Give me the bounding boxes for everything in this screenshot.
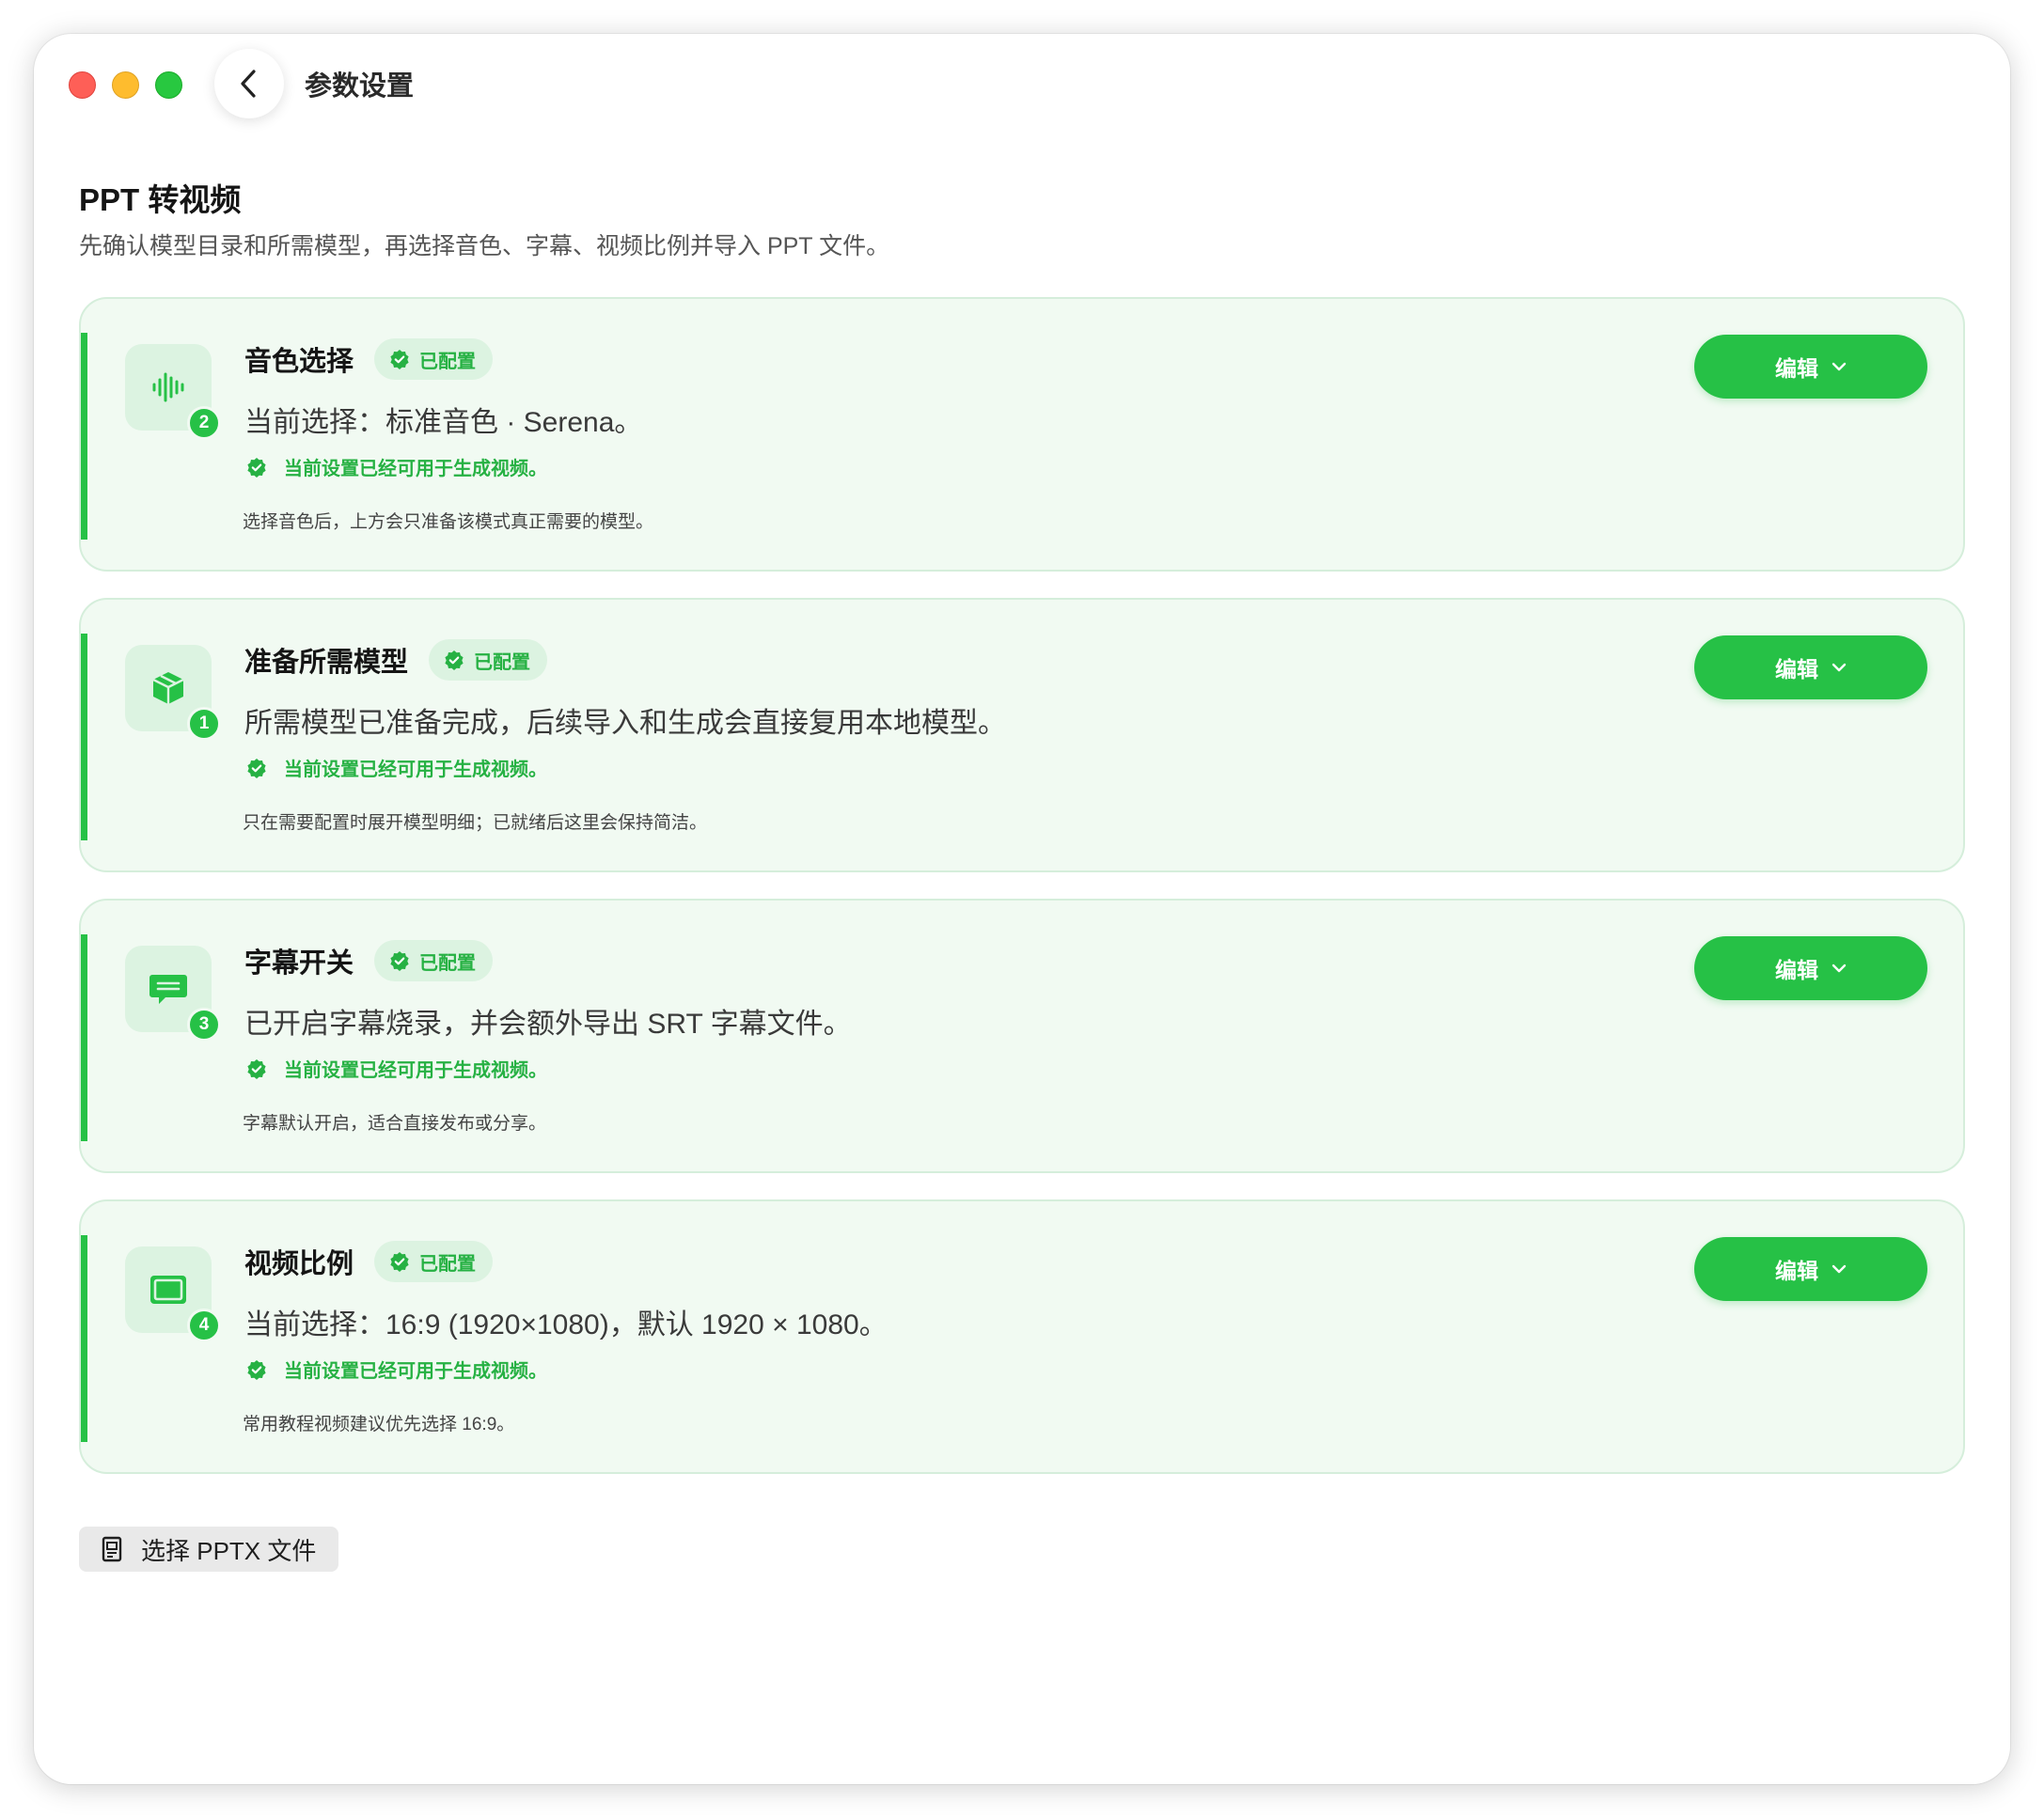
verified-check-icon: [247, 1058, 266, 1079]
card-title: 字幕开关: [244, 948, 354, 979]
app-window: 参数设置 PPT 转视频 先确认模型目录和所需模型，再选择音色、字幕、视频比例并…: [34, 34, 2010, 1784]
edit-button[interactable]: 编辑: [1694, 936, 1927, 1000]
card-title: 视频比例: [244, 1249, 354, 1279]
card-voice-selection: 2 音色选择 已配置 当前选择：标准音色 · Serena。 当前设置已经可用于…: [79, 297, 1965, 572]
card-title: 准备所需模型: [244, 648, 409, 678]
card-note: 字幕默认开启，适合直接发布或分享。: [243, 1114, 547, 1134]
status-badge: 已配置: [374, 940, 494, 981]
edit-button-label: 编辑: [1775, 958, 1818, 982]
edit-button-label: 编辑: [1775, 1259, 1818, 1283]
chevron-down-icon: [1832, 964, 1847, 973]
subtitle-bubble-icon: [149, 975, 187, 1004]
zoom-window-button[interactable]: [155, 71, 182, 99]
window-title: 参数设置: [305, 71, 415, 102]
back-button[interactable]: [214, 49, 284, 118]
chevron-left-icon: [241, 70, 256, 98]
step-badge: 4: [187, 1309, 221, 1342]
verified-check-icon: [247, 758, 266, 778]
ready-status-line: 当前设置已经可用于生成视频。: [246, 754, 547, 781]
edit-button-label: 编辑: [1775, 657, 1818, 682]
card-accent-bar: [81, 1235, 87, 1442]
card-title-row: 音色选择 已配置: [244, 338, 494, 380]
card-subtitle-toggle: 3 字幕开关 已配置 已开启字幕烧录，并会额外导出 SRT 字幕文件。 当前设置…: [79, 899, 1965, 1173]
card-accent-bar: [81, 934, 87, 1141]
card-note: 只在需要配置时展开模型明细；已就绪后这里会保持简洁。: [243, 813, 708, 833]
card-note: 选择音色后，上方会只准备该模式真正需要的模型。: [243, 512, 654, 532]
ready-status-text: 当前设置已经可用于生成视频。: [284, 1361, 547, 1382]
title-bar: 参数设置: [34, 34, 2010, 147]
status-badge: 已配置: [374, 1241, 494, 1282]
step-badge: 2: [187, 406, 221, 440]
close-window-button[interactable]: [69, 71, 96, 99]
step-badge: 3: [187, 1008, 221, 1042]
minimize-window-button[interactable]: [112, 71, 139, 99]
select-pptx-button[interactable]: 选择 PPTX 文件: [79, 1527, 338, 1572]
status-label: 已配置: [419, 1253, 477, 1275]
ready-status-line: 当前设置已经可用于生成视频。: [246, 1055, 547, 1082]
page-subtitle: 先确认模型目录和所需模型，再选择音色、字幕、视频比例并导入 PPT 文件。: [79, 233, 890, 259]
card-description: 已开启字幕烧录，并会额外导出 SRT 字幕文件。: [244, 1009, 852, 1040]
status-label: 已配置: [419, 351, 477, 372]
card-description: 当前选择：16:9 (1920×1080)，默认 1920 × 1080。: [244, 1309, 888, 1340]
card-note: 常用教程视频建议优先选择 16:9。: [243, 1415, 515, 1434]
waveform-icon: [152, 372, 184, 402]
verified-check-icon: [247, 1359, 266, 1380]
chevron-down-icon: [1832, 663, 1847, 672]
step-badge: 1: [187, 707, 221, 741]
card-required-models: 1 准备所需模型 已配置 所需模型已准备完成，后续导入和生成会直接复用本地模型。…: [79, 598, 1965, 872]
card-description: 所需模型已准备完成，后续导入和生成会直接复用本地模型。: [244, 708, 1006, 739]
card-title-row: 视频比例 已配置: [244, 1241, 494, 1282]
edit-button-label: 编辑: [1775, 356, 1818, 381]
verified-check-icon: [390, 350, 409, 369]
edit-button[interactable]: 编辑: [1694, 335, 1927, 399]
card-title: 音色选择: [244, 347, 354, 377]
ready-status-text: 当前设置已经可用于生成视频。: [284, 760, 547, 780]
card-title-row: 准备所需模型 已配置: [244, 639, 548, 681]
card-accent-bar: [81, 634, 87, 840]
chevron-down-icon: [1832, 1264, 1847, 1274]
status-badge: 已配置: [429, 639, 548, 681]
screen-ratio-icon: [150, 1276, 186, 1304]
ready-status-text: 当前设置已经可用于生成视频。: [284, 1060, 547, 1081]
verified-check-icon: [390, 1252, 409, 1272]
verified-check-icon: [247, 457, 266, 478]
ready-status-line: 当前设置已经可用于生成视频。: [246, 1356, 547, 1383]
select-pptx-label: 选择 PPTX 文件: [141, 1536, 317, 1565]
edit-button[interactable]: 编辑: [1694, 635, 1927, 699]
chevron-down-icon: [1832, 362, 1847, 371]
verified-check-icon: [445, 650, 464, 670]
ready-status-text: 当前设置已经可用于生成视频。: [284, 459, 547, 479]
edit-button[interactable]: 编辑: [1694, 1237, 1927, 1301]
cube-icon: [152, 672, 184, 704]
status-label: 已配置: [419, 952, 477, 974]
status-badge: 已配置: [374, 338, 494, 380]
card-video-ratio: 4 视频比例 已配置 当前选择：16:9 (1920×1080)，默认 1920…: [79, 1199, 1965, 1474]
card-description: 当前选择：标准音色 · Serena。: [244, 407, 643, 438]
page-title: PPT 转视频: [79, 182, 242, 217]
card-title-row: 字幕开关 已配置: [244, 940, 494, 981]
verified-check-icon: [390, 951, 409, 971]
card-accent-bar: [81, 333, 87, 540]
document-icon: [102, 1536, 122, 1562]
ready-status-line: 当前设置已经可用于生成视频。: [246, 453, 547, 480]
status-label: 已配置: [474, 651, 531, 673]
